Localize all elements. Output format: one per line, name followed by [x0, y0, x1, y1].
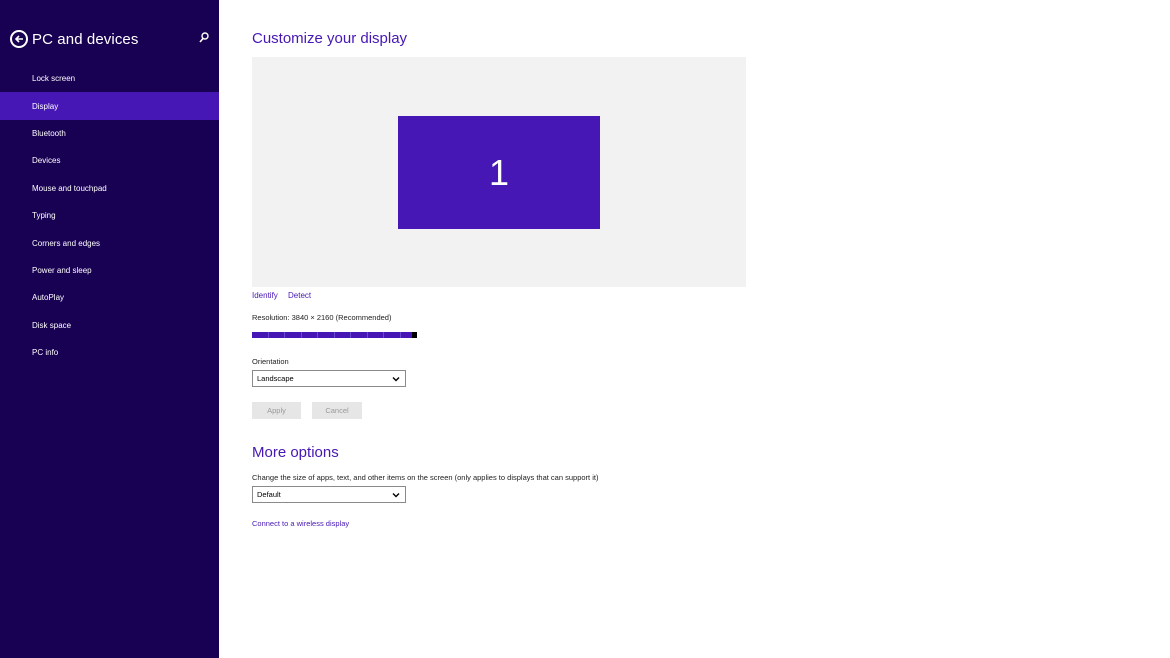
search-icon[interactable]: [198, 31, 210, 45]
orientation-dropdown[interactable]: Landscape: [252, 370, 406, 387]
display-arrangement-area: 1: [252, 57, 746, 287]
page-title: Customize your display: [252, 30, 408, 47]
orientation-label: Orientation: [252, 357, 289, 366]
sidebar-item-pc-info[interactable]: PC info: [0, 339, 219, 366]
sidebar-item-label: Mouse and touchpad: [32, 183, 107, 193]
sidebar-item-display[interactable]: Display: [0, 92, 219, 120]
sidebar-item-corners-and-edges[interactable]: Corners and edges: [0, 229, 219, 256]
size-dropdown[interactable]: Default: [252, 486, 406, 503]
sidebar-title: PC and devices: [32, 30, 139, 48]
more-options-heading: More options: [252, 444, 339, 461]
detect-link[interactable]: Detect: [288, 291, 311, 300]
sidebar-item-mouse-and-touchpad[interactable]: Mouse and touchpad: [0, 175, 219, 202]
apply-button[interactable]: Apply: [252, 402, 301, 419]
resolution-label: Resolution: 3840 × 2160 (Recommended): [252, 313, 392, 322]
monitor-number: 1: [488, 151, 510, 193]
sidebar-item-autoplay[interactable]: AutoPlay: [0, 284, 219, 311]
sidebar-item-label: Typing: [32, 211, 56, 221]
sidebar-item-typing[interactable]: Typing: [0, 202, 219, 229]
size-label: Change the size of apps, text, and other…: [252, 473, 599, 482]
back-arrow-circle-icon[interactable]: [10, 30, 28, 48]
sidebar-nav: Lock screen Display Bluetooth Devices Mo…: [0, 65, 219, 366]
orientation-value: Landscape: [257, 374, 294, 383]
sidebar-item-label: Devices: [32, 156, 61, 166]
sidebar-item-label: Power and sleep: [32, 265, 92, 275]
sidebar-item-label: AutoPlay: [32, 293, 65, 303]
sidebar-item-label: Display: [32, 101, 59, 111]
sidebar-item-devices[interactable]: Devices: [0, 147, 219, 174]
sidebar-item-label: Bluetooth: [32, 128, 66, 138]
resolution-slider-thumb[interactable]: [412, 332, 417, 338]
sidebar-item-label: Disk space: [32, 320, 72, 330]
sidebar-item-label: PC info: [32, 348, 59, 358]
identify-link[interactable]: Identify: [252, 291, 278, 300]
resolution-slider-ticks: [252, 332, 417, 338]
size-value: Default: [257, 490, 281, 499]
sidebar-header: PC and devices: [10, 27, 210, 51]
monitor-tile[interactable]: 1: [398, 116, 600, 229]
sidebar: PC and devices Lock screen Display Bluet…: [0, 0, 219, 658]
chevron-down-icon: [392, 377, 400, 382]
sidebar-item-label: Lock screen: [32, 74, 76, 84]
sidebar-item-label: Corners and edges: [32, 238, 101, 248]
sidebar-item-disk-space[interactable]: Disk space: [0, 312, 219, 339]
cancel-button[interactable]: Cancel: [312, 402, 362, 419]
sidebar-item-lock-screen[interactable]: Lock screen: [0, 65, 219, 92]
sidebar-item-bluetooth[interactable]: Bluetooth: [0, 120, 219, 147]
connect-wireless-display-link[interactable]: Connect to a wireless display: [252, 519, 349, 528]
chevron-down-icon: [392, 493, 400, 498]
sidebar-item-power-and-sleep[interactable]: Power and sleep: [0, 257, 219, 284]
display-links: Identify Detect: [252, 291, 319, 300]
